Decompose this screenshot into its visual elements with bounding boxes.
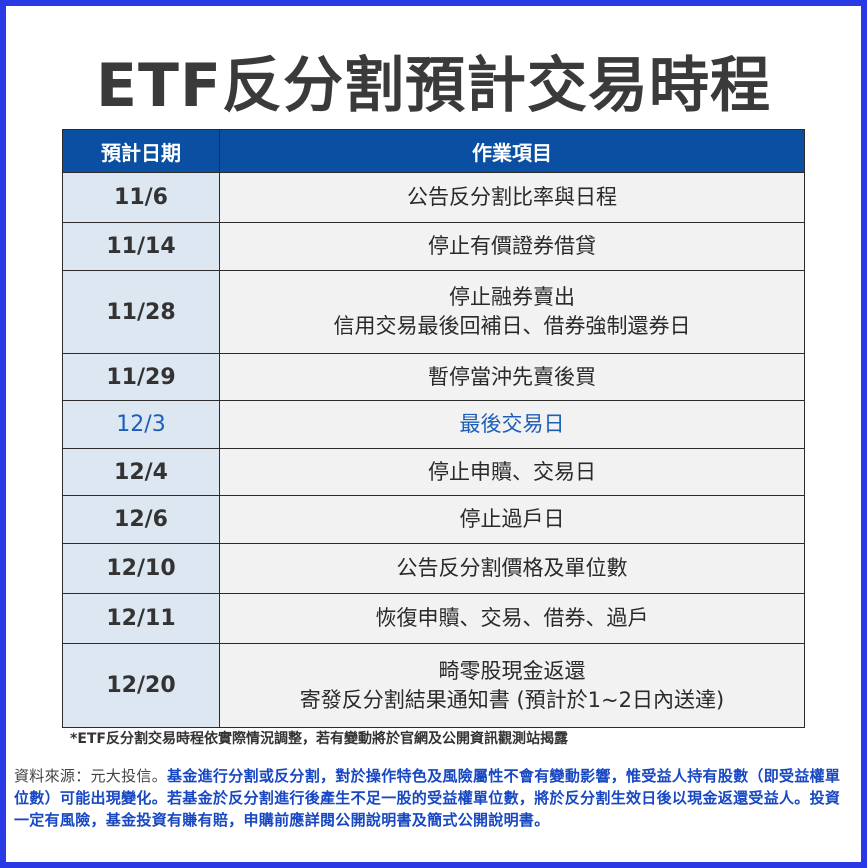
row-date: 11/6 (62, 172, 220, 223)
table-row: 12/10 公告反分割價格及單位數 (62, 543, 805, 594)
row-task: 最後交易日 (219, 400, 805, 449)
table-row: 12/4 停止申贖、交易日 (62, 448, 805, 496)
row-date: 12/10 (62, 543, 220, 594)
table-row: 11/6 公告反分割比率與日程 (62, 172, 805, 223)
row-date: 11/29 (62, 353, 220, 401)
task-line: 恢復申贖、交易、借券、過戶 (375, 606, 649, 630)
header-date: 預計日期 (62, 129, 220, 173)
row-date: 11/28 (62, 270, 220, 354)
row-task: 畸零股現金返還 寄發反分割結果通知書 (預計於1~2日內送達) (219, 643, 805, 728)
table-row: 12/20 畸零股現金返還 寄發反分割結果通知書 (預計於1~2日內送達) (62, 643, 805, 728)
task-line: 停止申贖、交易日 (428, 459, 596, 484)
schedule-table: 預計日期 作業項目 11/6 公告反分割比率與日程 11/14 停止有價證券借貸… (62, 129, 805, 728)
table-row: 12/11 恢復申贖、交易、借券、過戶 (62, 593, 805, 644)
schedule-footnote: *ETF反分割交易時程依實際情況調整，若有變動將於官網及公開資訊觀測站揭露 (70, 731, 568, 747)
row-task: 恢復申贖、交易、借券、過戶 (219, 593, 805, 644)
task-line: 最後交易日 (459, 412, 565, 436)
row-task: 停止融券賣出 信用交易最後回補日、借券強制還券日 (219, 270, 805, 354)
row-date: 12/3 (62, 400, 220, 449)
task-line: 信用交易最後回補日、借券強制還券日 (333, 314, 691, 338)
table-row-highlighted: 12/3 最後交易日 (62, 400, 805, 449)
row-task: 停止申贖、交易日 (219, 448, 805, 496)
table-row: 12/6 停止過戶日 (62, 495, 805, 544)
row-date: 12/4 (62, 448, 220, 496)
row-date: 12/20 (62, 643, 220, 728)
task-line: 公告反分割比率與日程 (407, 185, 617, 209)
source-prefix: 資料來源：元大投信。 (14, 767, 168, 785)
row-date: 11/14 (62, 222, 220, 271)
row-task: 停止有價證券借貸 (219, 222, 805, 271)
row-task: 公告反分割價格及單位數 (219, 543, 805, 594)
row-task: 停止過戶日 (219, 495, 805, 544)
task-line: 停止融券賣出 (449, 285, 575, 309)
page-title: ETF反分割預計交易時程 (96, 51, 771, 121)
task-line: 停止過戶日 (459, 507, 565, 531)
task-line: 畸零股現金返還 (438, 658, 586, 683)
source-disclaimer: 資料來源：元大投信。基金進行分割或反分割，對於操作特色及風險屬性不會有變動影響，… (14, 765, 844, 831)
row-date: 12/11 (62, 593, 220, 644)
header-task: 作業項目 (219, 129, 805, 173)
task-line: 公告反分割價格及單位數 (396, 556, 628, 580)
task-line: 停止有價證券借貸 (428, 234, 596, 258)
row-task: 公告反分割比率與日程 (219, 172, 805, 223)
row-task: 暫停當沖先賣後買 (219, 353, 805, 401)
task-line: 寄發反分割結果通知書 (預計於1~2日內送達) (299, 687, 725, 712)
table-row: 11/29 暫停當沖先賣後買 (62, 353, 805, 401)
table-row: 11/28 停止融券賣出 信用交易最後回補日、借券強制還券日 (62, 270, 805, 354)
task-line: 暫停當沖先賣後買 (428, 364, 596, 389)
table-header-row: 預計日期 作業項目 (62, 129, 805, 173)
table-row: 11/14 停止有價證券借貸 (62, 222, 805, 271)
row-date: 12/6 (62, 495, 220, 544)
